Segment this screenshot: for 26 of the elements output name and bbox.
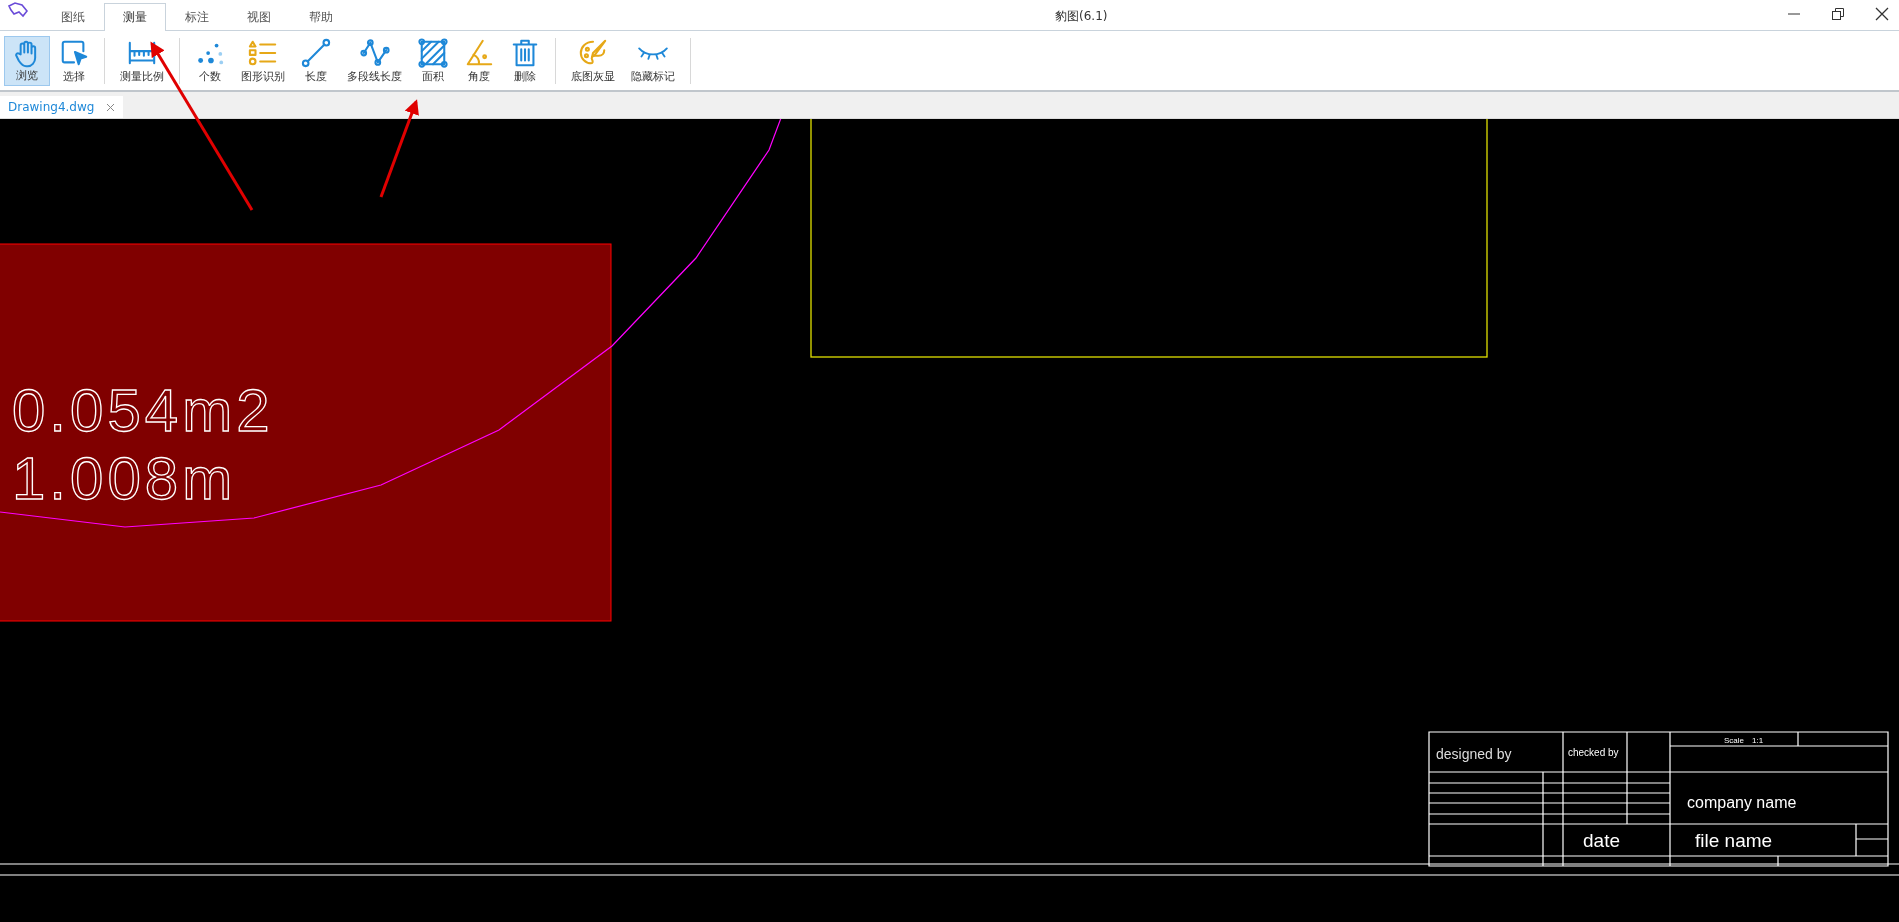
polyline-icon xyxy=(359,37,390,68)
measurement-text: 0.054m2 xyxy=(12,377,274,444)
title-block-text: company name xyxy=(1687,794,1797,811)
window-title: 豹图(6.1) xyxy=(1055,8,1108,25)
title-block-text: checked by xyxy=(1568,747,1619,758)
document-tab[interactable]: Drawing4.dwg xyxy=(0,96,124,118)
menu-tab[interactable]: 图纸 xyxy=(42,3,104,31)
title-block-text: Scale xyxy=(1724,736,1744,745)
menu-tab[interactable]: 帮助 xyxy=(290,3,352,31)
trash-icon xyxy=(510,37,540,68)
menu-tab[interactable]: 视图 xyxy=(228,3,290,31)
angle-icon xyxy=(464,37,494,68)
title-block-text: designed by xyxy=(1436,746,1512,762)
hatched-square-icon xyxy=(418,37,448,68)
panther-logo-icon xyxy=(8,2,28,18)
menu-tab[interactable]: 标注 xyxy=(166,3,228,31)
menu-tab[interactable]: 测量 xyxy=(104,3,166,31)
toolbar-button[interactable]: 浏览 xyxy=(4,35,50,86)
measurement-text: 1.008m xyxy=(12,445,237,512)
closed-eye-icon xyxy=(638,45,668,60)
title-block-text: file name xyxy=(1695,830,1773,851)
close-icon[interactable] xyxy=(1875,7,1889,21)
title-block-text: 1:1 xyxy=(1752,736,1764,745)
line-segment-icon xyxy=(301,37,331,68)
title-block-text: date xyxy=(1583,830,1620,851)
restore-icon[interactable] xyxy=(1831,7,1845,21)
